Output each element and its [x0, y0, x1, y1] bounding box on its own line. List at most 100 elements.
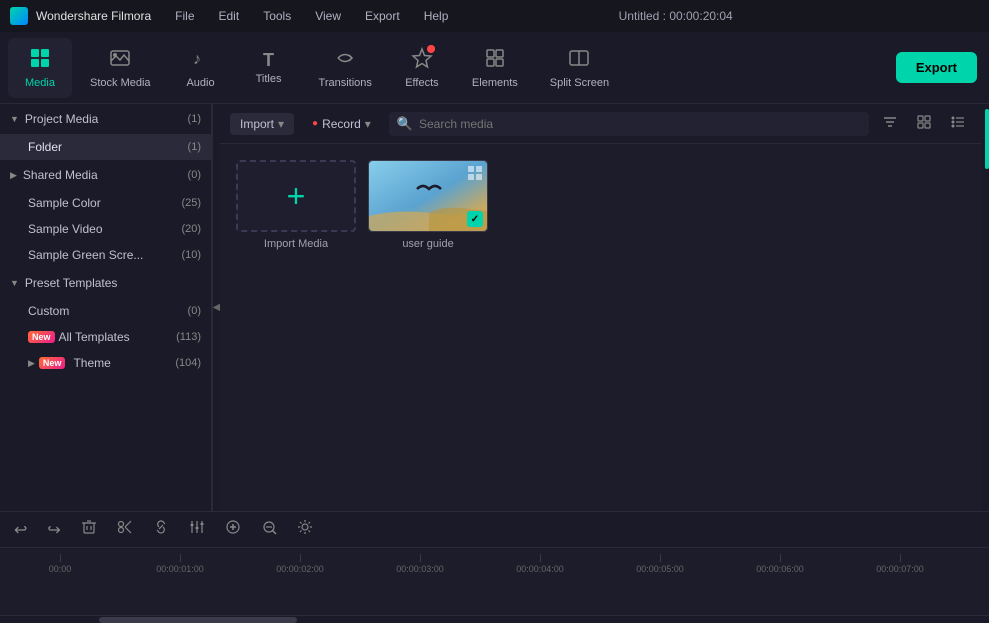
project-media-count: (1) — [188, 113, 201, 125]
stock-media-icon — [109, 47, 131, 73]
record-button[interactable]: ● Record ▾ — [302, 113, 381, 135]
filter-button[interactable] — [877, 113, 903, 134]
ruler-mark-7: 00:00:07:00 — [840, 554, 960, 574]
tool-effects[interactable]: Effects — [390, 38, 454, 98]
grid-view-button[interactable] — [911, 113, 937, 134]
sample-green-count: (10) — [181, 249, 201, 261]
timeline-toolbar: ↩ ↪ — [0, 512, 989, 548]
settings-button[interactable] — [291, 517, 319, 542]
cut-button[interactable] — [111, 517, 139, 542]
sample-color-count: (25) — [181, 197, 201, 209]
record-chevron-icon: ▾ — [365, 117, 371, 131]
ruler-label-4: 00:00:04:00 — [516, 564, 564, 574]
menu-help[interactable]: Help — [420, 7, 453, 25]
import-button[interactable]: Import ▾ — [230, 113, 294, 135]
tool-split-screen[interactable]: Split Screen — [536, 38, 623, 98]
undo-button[interactable]: ↩ — [8, 518, 33, 542]
media-label: Media — [25, 77, 55, 89]
ruler-label-5: 00:00:05:00 — [636, 564, 684, 574]
chevron-theme: ▶ — [28, 358, 35, 369]
audio-icon: ♪ — [190, 47, 212, 73]
ruler-mark-0: 00:00 — [0, 554, 120, 574]
tool-titles[interactable]: T Titles — [237, 38, 301, 98]
sidebar-item-custom[interactable]: Custom (0) — [0, 298, 211, 324]
effects-label: Effects — [405, 77, 438, 89]
sidebar-item-all-templates[interactable]: New All Templates (113) — [0, 324, 211, 350]
ruler-label-1: 00:00:01:00 — [156, 564, 204, 574]
sidebar-item-theme[interactable]: ▶ New Theme (104) — [0, 350, 211, 376]
search-input[interactable] — [419, 117, 861, 131]
tool-transitions[interactable]: Transitions — [305, 38, 386, 98]
folder-count: (1) — [188, 141, 201, 153]
timeline-area: ↩ ↪ 00:00 0 — [0, 511, 989, 623]
tool-media[interactable]: Media — [8, 38, 72, 98]
chevron-preset-templates: ▼ — [10, 278, 19, 288]
shared-media-count: (0) — [188, 169, 201, 181]
app-logo — [10, 7, 28, 25]
tool-stock-media[interactable]: Stock Media — [76, 38, 165, 98]
menu-file[interactable]: File — [171, 7, 198, 25]
menu-tools[interactable]: Tools — [259, 7, 295, 25]
transitions-label: Transitions — [319, 77, 372, 89]
user-guide-item[interactable]: ✓ user guide — [368, 160, 488, 250]
split-screen-label: Split Screen — [550, 77, 609, 89]
svg-text:♪: ♪ — [193, 51, 201, 68]
elements-icon — [484, 47, 506, 73]
plus-icon: + — [287, 178, 306, 215]
search-bar: 🔍 — [389, 112, 869, 136]
add-track-button[interactable] — [219, 517, 247, 542]
import-media-thumb[interactable]: + — [236, 160, 356, 232]
media-toolbar: Import ▾ ● Record ▾ 🔍 — [220, 104, 981, 144]
tool-elements[interactable]: Elements — [458, 38, 532, 98]
timeline-ruler[interactable]: 00:00 00:00:01:00 00:00:02:00 00:00:03:0… — [0, 548, 989, 615]
timeline-scrollbar[interactable] — [0, 615, 989, 623]
ruler-mark-1: 00:00:01:00 — [120, 554, 240, 574]
shared-media-label: Shared Media — [23, 168, 98, 182]
delete-button[interactable] — [75, 517, 103, 542]
media-icon — [29, 47, 51, 73]
search-icon: 🔍 — [397, 116, 413, 132]
list-view-button[interactable] — [945, 113, 971, 134]
thumb-check-icon: ✓ — [467, 211, 483, 227]
sidebar: ▼ Project Media (1) Folder (1) ▶ Shared … — [0, 104, 212, 511]
sidebar-item-sample-green[interactable]: Sample Green Scre... (10) — [0, 242, 211, 268]
media-panel: Import ▾ ● Record ▾ 🔍 — [220, 104, 981, 511]
theme-new-badge: New — [39, 357, 66, 369]
preset-templates-label: Preset Templates — [25, 276, 118, 290]
main-content: ▼ Project Media (1) Folder (1) ▶ Shared … — [0, 104, 989, 511]
chevron-shared-media: ▶ — [10, 170, 17, 181]
export-button[interactable]: Export — [896, 52, 977, 83]
menu-export[interactable]: Export — [361, 7, 404, 25]
zoom-button[interactable] — [255, 517, 283, 542]
import-media-item[interactable]: + Import Media — [236, 160, 356, 250]
collapse-handle[interactable]: ◀ — [212, 104, 220, 511]
custom-label: Custom — [28, 304, 69, 318]
sidebar-item-sample-video[interactable]: Sample Video (20) — [0, 216, 211, 242]
effects-icon — [411, 47, 433, 73]
all-templates-new-badge: New — [28, 331, 55, 343]
thumb-grid-icon — [467, 165, 483, 184]
record-dot-icon: ● — [312, 118, 318, 129]
sample-green-label: Sample Green Scre... — [28, 248, 143, 262]
section-project-media[interactable]: ▼ Project Media (1) — [0, 104, 211, 134]
audio-mixer-button[interactable] — [183, 517, 211, 542]
menu-view[interactable]: View — [311, 7, 345, 25]
toolbar: Media Stock Media ♪ Audio T Titles Trans… — [0, 32, 989, 104]
menu-bar: File Edit Tools View Export Help — [171, 7, 452, 25]
sidebar-item-sample-color[interactable]: Sample Color (25) — [0, 190, 211, 216]
menu-edit[interactable]: Edit — [215, 7, 244, 25]
right-scrollbar[interactable] — [981, 104, 989, 511]
audio-label: Audio — [186, 77, 214, 89]
sidebar-item-folder[interactable]: Folder (1) — [0, 134, 211, 160]
redo-button[interactable]: ↪ — [41, 518, 66, 542]
chevron-project-media: ▼ — [10, 114, 19, 124]
link-button[interactable] — [147, 517, 175, 542]
ruler-marks: 00:00 00:00:01:00 00:00:02:00 00:00:03:0… — [0, 548, 989, 574]
user-guide-thumb[interactable]: ✓ — [368, 160, 488, 232]
section-shared-media[interactable]: ▶ Shared Media (0) — [0, 160, 211, 190]
ruler-mark-3: 00:00:03:00 — [360, 554, 480, 574]
tool-audio[interactable]: ♪ Audio — [169, 38, 233, 98]
section-preset-templates[interactable]: ▼ Preset Templates — [0, 268, 211, 298]
title-bar: Wondershare Filmora File Edit Tools View… — [0, 0, 989, 32]
ruler-mark-4: 00:00:04:00 — [480, 554, 600, 574]
